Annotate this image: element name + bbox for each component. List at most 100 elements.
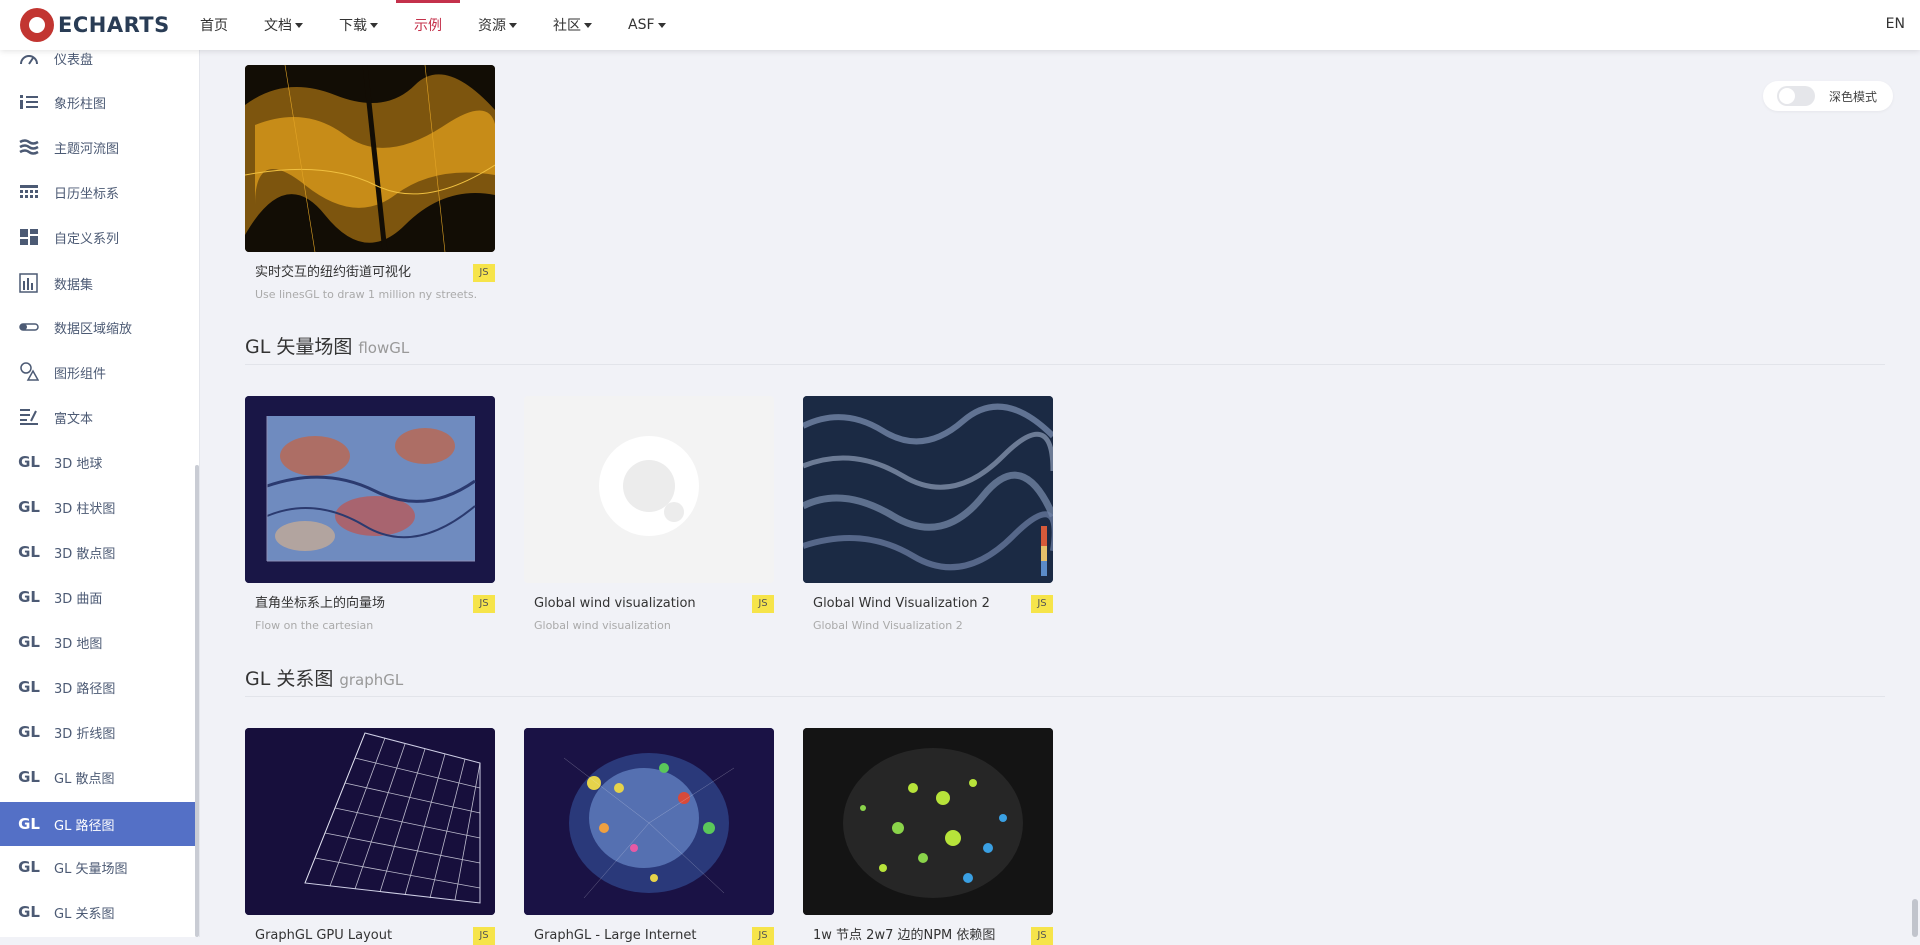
card-title: Global Wind Visualization 2 bbox=[813, 596, 990, 611]
language-switch[interactable]: EN bbox=[1886, 16, 1905, 32]
sidebar-item-gl-lines[interactable]: GL GL 路径图 bbox=[0, 802, 196, 846]
gl-icon: GL bbox=[18, 543, 40, 561]
js-badge: JS bbox=[473, 264, 495, 282]
example-card[interactable]: 直角坐标系上的向量场 JS Flow on the cartesian bbox=[245, 396, 495, 632]
sidebar-item-label: 象形柱图 bbox=[54, 96, 107, 112]
card-thumbnail[interactable] bbox=[245, 728, 495, 915]
caret-down-icon bbox=[509, 22, 517, 28]
sidebar-item-datazoom[interactable]: 数据区域缩放 bbox=[0, 305, 196, 349]
gl-icon: GL bbox=[18, 903, 40, 921]
nav-download[interactable]: 下载 bbox=[321, 0, 396, 50]
sidebar-item-custom-series[interactable]: 自定义系列 bbox=[0, 215, 196, 259]
card-thumbnail[interactable] bbox=[245, 65, 495, 252]
example-card[interactable]: 1w 节点 2w7 边的NPM 依赖图 JS bbox=[803, 728, 1053, 945]
gl-icon: GL bbox=[18, 633, 40, 651]
sidebar-item-calendar[interactable]: 日历坐标系 bbox=[0, 170, 196, 214]
sidebar-item-3d-globe[interactable]: GL 3D 地球 bbox=[0, 440, 196, 484]
card-subtitle: Global wind visualization bbox=[534, 619, 671, 632]
theme-river-icon bbox=[18, 136, 40, 158]
sidebar-item-gl-graph[interactable]: GL GL 关系图 bbox=[0, 890, 196, 934]
card-thumbnail[interactable] bbox=[524, 728, 774, 915]
card-thumbnail[interactable] bbox=[803, 728, 1053, 915]
sidebar-item-gl-scatter[interactable]: GL GL 散点图 bbox=[0, 755, 196, 799]
card-title: 1w 节点 2w7 边的NPM 依赖图 bbox=[813, 928, 996, 943]
card-subtitle: Use linesGL to draw 1 million ny streets… bbox=[255, 288, 478, 301]
gl-icon: GL bbox=[18, 815, 40, 833]
example-card[interactable]: Global Wind Visualization 2 JS Global Wi… bbox=[803, 396, 1053, 632]
card-title: Global wind visualization bbox=[534, 596, 696, 611]
nav-label: 社区 bbox=[553, 18, 581, 34]
js-badge: JS bbox=[1031, 927, 1053, 945]
sidebar-item-dataset[interactable]: 数据集 bbox=[0, 261, 196, 305]
section-heading-graphgl: GL 关系图 graphGL bbox=[245, 664, 403, 691]
main-nav: 首页 文档 下载 示例 资源 社区 ASF bbox=[182, 0, 684, 50]
sidebar-item-label: 3D 曲面 bbox=[54, 591, 103, 607]
js-badge: JS bbox=[1031, 595, 1053, 613]
example-card[interactable]: GraphGL GPU Layout JS bbox=[245, 728, 495, 945]
sidebar-item-label: 数据集 bbox=[54, 277, 94, 293]
sidebar-item-label: 3D 散点图 bbox=[54, 546, 116, 562]
nav-resources[interactable]: 资源 bbox=[460, 0, 535, 50]
sidebar: 仪表盘 象形柱图 主题河流图 日历坐标系 自定义系列 数据集 数据区域缩放 图形… bbox=[0, 50, 200, 937]
sidebar-item-3d-surface[interactable]: GL 3D 曲面 bbox=[0, 575, 196, 619]
sidebar-item-3d-scatter[interactable]: GL 3D 散点图 bbox=[0, 530, 196, 574]
echarts-logo[interactable]: ECHARTS bbox=[20, 8, 170, 42]
sidebar-item-3d-bar[interactable]: GL 3D 柱状图 bbox=[0, 485, 196, 529]
card-subtitle: Flow on the cartesian bbox=[255, 619, 374, 632]
examples-content: 实时交互的纽约街道可视化 JS Use linesGL to draw 1 mi… bbox=[200, 50, 1920, 945]
gl-icon: GL bbox=[18, 588, 40, 606]
sidebar-item-label: 仪表盘 bbox=[54, 52, 94, 68]
example-card[interactable]: 实时交互的纽约街道可视化 JS Use linesGL to draw 1 mi… bbox=[245, 65, 495, 301]
section-divider bbox=[245, 696, 1885, 697]
caret-down-icon bbox=[370, 22, 378, 28]
nav-home[interactable]: 首页 bbox=[182, 0, 246, 50]
sidebar-item-label: 图形组件 bbox=[54, 366, 107, 382]
sidebar-item-gl-flow[interactable]: GL GL 矢量场图 bbox=[0, 845, 196, 889]
example-card[interactable]: GraphGL - Large Internet JS bbox=[524, 728, 774, 945]
card-thumbnail[interactable] bbox=[245, 396, 495, 583]
sidebar-item-label: 3D 地图 bbox=[54, 636, 103, 652]
sidebar-item-label: 3D 地球 bbox=[54, 456, 103, 472]
sidebar-item-rich-text[interactable]: 富文本 bbox=[0, 395, 196, 439]
card-title: 直角坐标系上的向量场 bbox=[255, 596, 386, 611]
page-scrollbar[interactable] bbox=[1912, 899, 1918, 937]
section-title: GL 矢量场图 bbox=[245, 336, 353, 358]
sidebar-item-gauge[interactable]: 仪表盘 bbox=[0, 50, 196, 80]
nav-label: ASF bbox=[628, 17, 655, 33]
sidebar-item-theme-river[interactable]: 主题河流图 bbox=[0, 125, 196, 169]
sidebar-item-label: 日历坐标系 bbox=[54, 186, 120, 202]
nav-label: 示例 bbox=[414, 18, 442, 34]
sidebar-item-label: 3D 柱状图 bbox=[54, 501, 116, 517]
section-subtitle: graphGL bbox=[339, 671, 404, 689]
gl-icon: GL bbox=[18, 678, 40, 696]
gauge-icon bbox=[18, 50, 40, 69]
sidebar-item-graphic[interactable]: 图形组件 bbox=[0, 350, 196, 394]
dataset-icon bbox=[18, 272, 40, 294]
rich-text-icon bbox=[18, 406, 40, 428]
sidebar-item-3d-map[interactable]: GL 3D 地图 bbox=[0, 620, 196, 664]
card-thumbnail[interactable] bbox=[524, 396, 774, 583]
sidebar-item-label: GL 散点图 bbox=[54, 771, 115, 787]
nav-label: 文档 bbox=[264, 18, 292, 34]
sidebar-item-pictorial-bar[interactable]: 象形柱图 bbox=[0, 80, 196, 124]
gl-icon: GL bbox=[18, 768, 40, 786]
gl-icon: GL bbox=[18, 858, 40, 876]
caret-down-icon bbox=[584, 22, 592, 28]
echarts-logo-icon bbox=[20, 8, 54, 42]
example-card[interactable]: Global wind visualization JS Global wind… bbox=[524, 396, 774, 632]
sidebar-item-label: GL 路径图 bbox=[54, 818, 115, 834]
sidebar-item-label: 数据区域缩放 bbox=[54, 321, 133, 337]
sidebar-scrollbar[interactable] bbox=[195, 465, 199, 937]
nav-examples[interactable]: 示例 bbox=[396, 0, 460, 50]
sidebar-item-3d-lines[interactable]: GL 3D 路径图 bbox=[0, 665, 196, 709]
pictorial-bar-icon bbox=[18, 91, 40, 113]
sidebar-item-label: GL 关系图 bbox=[54, 906, 115, 922]
card-title: GraphGL GPU Layout bbox=[255, 928, 393, 943]
card-thumbnail[interactable] bbox=[803, 396, 1053, 583]
logo-text: ECHARTS bbox=[58, 13, 170, 37]
sidebar-item-3d-line[interactable]: GL 3D 折线图 bbox=[0, 710, 196, 754]
nav-community[interactable]: 社区 bbox=[535, 0, 610, 50]
nav-docs[interactable]: 文档 bbox=[246, 0, 321, 50]
section-heading-flowgl: GL 矢量场图 flowGL bbox=[245, 332, 409, 359]
nav-asf[interactable]: ASF bbox=[610, 0, 684, 50]
